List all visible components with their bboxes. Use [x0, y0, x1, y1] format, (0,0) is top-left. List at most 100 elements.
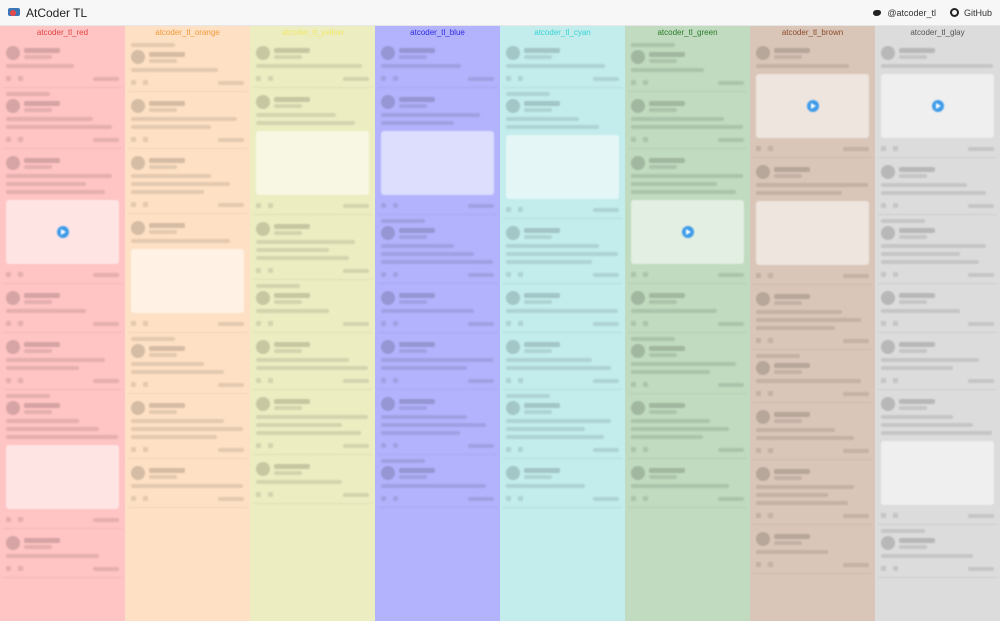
retweet-icon[interactable]: [893, 272, 898, 277]
retweet-icon[interactable]: [643, 272, 648, 277]
tweet-card[interactable]: [128, 459, 247, 508]
avatar[interactable]: [256, 340, 270, 354]
reply-icon[interactable]: [506, 496, 511, 501]
avatar[interactable]: [631, 291, 645, 305]
tweet-timestamp[interactable]: [593, 76, 619, 81]
tweet-card[interactable]: [3, 529, 122, 578]
tweet-card[interactable]: [878, 333, 997, 390]
retweet-icon[interactable]: [393, 203, 398, 208]
reply-icon[interactable]: [881, 146, 886, 151]
user-name[interactable]: [649, 51, 685, 57]
retweet-icon[interactable]: [268, 203, 273, 208]
retweet-icon[interactable]: [143, 496, 148, 501]
avatar[interactable]: [381, 46, 395, 60]
avatar[interactable]: [506, 99, 520, 113]
reply-icon[interactable]: [506, 321, 511, 326]
reply-icon[interactable]: [756, 273, 761, 278]
user-name[interactable]: [899, 47, 935, 53]
avatar[interactable]: [881, 397, 895, 411]
reply-icon[interactable]: [256, 268, 261, 273]
tweet-timestamp[interactable]: [218, 80, 244, 85]
retweet-icon[interactable]: [18, 378, 23, 383]
tweet-card[interactable]: [128, 394, 247, 459]
avatar[interactable]: [6, 340, 20, 354]
tweet-feed[interactable]: [125, 39, 250, 508]
avatar[interactable]: [131, 50, 145, 64]
tweet-timestamp[interactable]: [468, 321, 494, 326]
user-name[interactable]: [774, 362, 810, 368]
reply-icon[interactable]: [631, 272, 636, 277]
retweet-icon[interactable]: [518, 76, 523, 81]
user-name[interactable]: [274, 341, 310, 347]
tweet-feed[interactable]: [625, 39, 750, 508]
tweet-timestamp[interactable]: [93, 321, 119, 326]
tweet-feed[interactable]: [750, 39, 875, 574]
avatar[interactable]: [881, 46, 895, 60]
user-name[interactable]: [774, 47, 810, 53]
reply-icon[interactable]: [506, 378, 511, 383]
user-name[interactable]: [774, 533, 810, 539]
retweet-icon[interactable]: [893, 203, 898, 208]
avatar[interactable]: [256, 397, 270, 411]
avatar[interactable]: [381, 291, 395, 305]
tweet-media[interactable]: [256, 131, 369, 195]
tweet-media[interactable]: [6, 200, 119, 264]
tweet-card[interactable]: [253, 390, 372, 455]
user-name[interactable]: [524, 100, 560, 106]
avatar[interactable]: [6, 99, 20, 113]
reply-icon[interactable]: [131, 202, 136, 207]
avatar[interactable]: [6, 46, 20, 60]
tweet-card[interactable]: [503, 390, 622, 459]
reply-icon[interactable]: [381, 203, 386, 208]
user-name[interactable]: [274, 96, 310, 102]
tweet-media[interactable]: [881, 441, 994, 505]
tweet-card[interactable]: [503, 284, 622, 333]
avatar[interactable]: [381, 95, 395, 109]
user-name[interactable]: [149, 100, 185, 106]
tweet-timestamp[interactable]: [843, 146, 869, 151]
tweet-timestamp[interactable]: [593, 207, 619, 212]
user-name[interactable]: [899, 227, 935, 233]
tweet-timestamp[interactable]: [968, 272, 994, 277]
user-name[interactable]: [399, 341, 435, 347]
avatar[interactable]: [756, 361, 770, 375]
retweet-icon[interactable]: [643, 382, 648, 387]
tweet-media[interactable]: [631, 200, 744, 264]
tweet-timestamp[interactable]: [218, 202, 244, 207]
user-name[interactable]: [149, 467, 185, 473]
tweet-timestamp[interactable]: [593, 447, 619, 452]
tweet-card[interactable]: [253, 39, 372, 88]
user-name[interactable]: [649, 292, 685, 298]
tweet-timestamp[interactable]: [468, 76, 494, 81]
retweet-icon[interactable]: [768, 391, 773, 396]
user-name[interactable]: [24, 292, 60, 298]
avatar[interactable]: [506, 226, 520, 240]
github-link[interactable]: GitHub: [949, 8, 992, 18]
reply-icon[interactable]: [256, 203, 261, 208]
avatar[interactable]: [256, 462, 270, 476]
reply-icon[interactable]: [756, 391, 761, 396]
tweet-card[interactable]: [753, 158, 872, 285]
reply-icon[interactable]: [506, 272, 511, 277]
retweet-icon[interactable]: [18, 321, 23, 326]
reply-icon[interactable]: [256, 378, 261, 383]
tweet-card[interactable]: [503, 333, 622, 390]
tweet-timestamp[interactable]: [218, 137, 244, 142]
tweet-timestamp[interactable]: [468, 203, 494, 208]
tweet-timestamp[interactable]: [343, 443, 369, 448]
tweet-timestamp[interactable]: [593, 272, 619, 277]
user-name[interactable]: [399, 227, 435, 233]
reply-icon[interactable]: [131, 447, 136, 452]
retweet-icon[interactable]: [518, 496, 523, 501]
user-name[interactable]: [524, 341, 560, 347]
retweet-icon[interactable]: [393, 443, 398, 448]
avatar[interactable]: [631, 156, 645, 170]
reply-icon[interactable]: [256, 443, 261, 448]
tweet-timestamp[interactable]: [93, 137, 119, 142]
tweet-media[interactable]: [881, 74, 994, 138]
reply-icon[interactable]: [256, 492, 261, 497]
tweet-timestamp[interactable]: [218, 496, 244, 501]
retweet-icon[interactable]: [768, 513, 773, 518]
user-name[interactable]: [399, 47, 435, 53]
tweet-feed[interactable]: [875, 39, 1000, 578]
